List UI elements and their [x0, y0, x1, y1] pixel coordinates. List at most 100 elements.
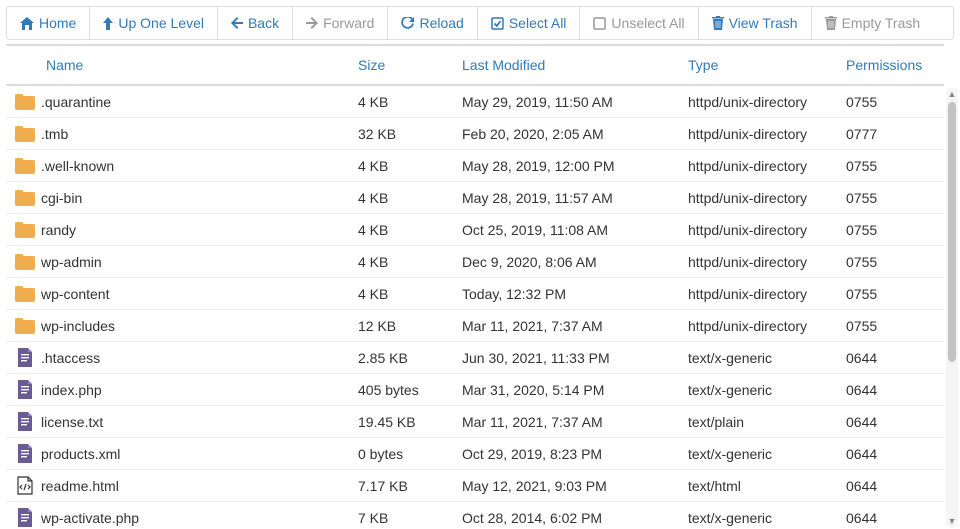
table-row[interactable]: license.txt19.45 KBMar 11, 2021, 7:37 AM… — [6, 406, 944, 438]
scroll-thumb[interactable] — [948, 102, 956, 362]
back-arrow-icon — [231, 17, 243, 29]
table-row[interactable]: randy4 KBOct 25, 2019, 11:08 AMhttpd/uni… — [6, 214, 944, 246]
cell-modified: Dec 9, 2020, 8:06 AM — [462, 254, 688, 270]
cell-type: httpd/unix-directory — [688, 318, 846, 334]
file-code-icon — [14, 477, 35, 495]
cell-size: 4 KB — [358, 94, 462, 110]
cell-size: 405 bytes — [358, 382, 462, 398]
folder-icon — [14, 253, 35, 271]
folder-icon — [14, 93, 35, 111]
table-row[interactable]: readme.html 7.17 KBMay 12, 2021, 9:03 PMt… — [6, 470, 944, 502]
forward-button[interactable]: Forward — [293, 7, 388, 39]
cell-type: httpd/unix-directory — [688, 158, 846, 174]
cell-size: 4 KB — [358, 222, 462, 238]
scroll-track[interactable]: ▲ ▼ — [946, 88, 958, 527]
cell-modified: Feb 20, 2020, 2:05 AM — [462, 126, 688, 142]
cell-size: 0 bytes — [358, 446, 462, 462]
cell-permissions: 0755 — [846, 158, 942, 174]
cell-permissions: 0755 — [846, 222, 942, 238]
cell-modified: May 28, 2019, 12:00 PM — [462, 158, 688, 174]
cell-size: 2.85 KB — [358, 350, 462, 366]
cell-name: license.txt — [10, 413, 358, 431]
view-trash-button[interactable]: View Trash — [699, 7, 812, 39]
cell-type: text/x-generic — [688, 446, 846, 462]
column-header-permissions[interactable]: Permissions — [846, 57, 942, 73]
cell-name: .quarantine — [10, 93, 358, 111]
cell-permissions: 0644 — [846, 350, 942, 366]
table-body: .quarantine4 KBMay 29, 2019, 11:50 AMhtt… — [6, 86, 944, 527]
folder-icon — [14, 221, 35, 239]
table-row[interactable]: wp-admin4 KBDec 9, 2020, 8:06 AMhttpd/un… — [6, 246, 944, 278]
column-header-size[interactable]: Size — [358, 57, 462, 73]
table-row[interactable]: .htaccess2.85 KBJun 30, 2021, 11:33 PMte… — [6, 342, 944, 374]
cell-type: httpd/unix-directory — [688, 254, 846, 270]
column-header-type[interactable]: Type — [688, 57, 846, 73]
home-icon — [20, 17, 34, 30]
table-row[interactable]: wp-content4 KBToday, 12:32 PMhttpd/unix-… — [6, 278, 944, 310]
table-row[interactable]: products.xml0 bytesOct 29, 2019, 8:23 PM… — [6, 438, 944, 470]
column-header-modified[interactable]: Last Modified — [462, 57, 688, 73]
table-row[interactable]: index.php405 bytesMar 31, 2020, 5:14 PMt… — [6, 374, 944, 406]
unselect-all-label: Unselect All — [611, 15, 684, 31]
file-name-label: readme.html — [41, 478, 119, 494]
file-text-icon — [14, 509, 35, 527]
cell-modified: Jun 30, 2021, 11:33 PM — [462, 350, 688, 366]
cell-modified: May 12, 2021, 9:03 PM — [462, 478, 688, 494]
empty-trash-label: Empty Trash — [842, 15, 921, 31]
cell-size: 7.17 KB — [358, 478, 462, 494]
file-name-label: .tmb — [41, 126, 68, 142]
cell-name: .htaccess — [10, 349, 358, 367]
cell-permissions: 0644 — [846, 510, 942, 526]
table-row[interactable]: wp-includes12 KBMar 11, 2021, 7:37 AMhtt… — [6, 310, 944, 342]
table-row[interactable]: .tmb 32 KBFeb 20, 2020, 2:05 AMhttpd/unix… — [6, 118, 944, 150]
toolbar: Home Up One Level Back Forward Reload Se… — [6, 6, 954, 40]
folder-icon — [14, 317, 35, 335]
empty-trash-button[interactable]: Empty Trash — [812, 7, 934, 39]
cell-name: index.php — [10, 381, 358, 399]
table-row[interactable]: .quarantine4 KBMay 29, 2019, 11:50 AMhtt… — [6, 86, 944, 118]
unselect-all-button[interactable]: Unselect All — [580, 7, 698, 39]
select-all-label: Select All — [509, 15, 567, 31]
home-button[interactable]: Home — [7, 7, 90, 39]
cell-size: 7 KB — [358, 510, 462, 526]
select-all-button[interactable]: Select All — [478, 7, 581, 39]
scroll-up-arrow-icon[interactable]: ▲ — [946, 88, 958, 100]
file-name-label: cgi-bin — [41, 190, 82, 206]
reload-icon — [401, 17, 414, 30]
up-one-level-button[interactable]: Up One Level — [90, 7, 218, 39]
file-name-label: wp-includes — [41, 318, 115, 334]
empty-trash-icon — [825, 16, 837, 30]
table-header: Name Size Last Modified Type Permissions — [6, 44, 944, 86]
reload-button[interactable]: Reload — [388, 7, 477, 39]
cell-modified: May 28, 2019, 11:57 AM — [462, 190, 688, 206]
cell-size: 32 KB — [358, 126, 462, 142]
file-name-label: wp-content — [41, 286, 109, 302]
file-name-label: products.xml — [41, 446, 120, 462]
cell-name: readme.html — [10, 477, 358, 495]
back-button[interactable]: Back — [218, 7, 293, 39]
vertical-scrollbar[interactable]: ▲ ▼ — [946, 88, 958, 527]
cell-type: httpd/unix-directory — [688, 126, 846, 142]
cell-name: .tmb — [10, 125, 358, 143]
cell-name: wp-content — [10, 285, 358, 303]
folder-icon — [14, 125, 35, 143]
cell-size: 4 KB — [358, 254, 462, 270]
file-text-icon — [14, 413, 35, 431]
column-header-name[interactable]: Name — [10, 57, 358, 73]
table-row[interactable]: cgi-bin4 KBMay 28, 2019, 11:57 AMhttpd/u… — [6, 182, 944, 214]
cell-size: 12 KB — [358, 318, 462, 334]
cell-size: 4 KB — [358, 158, 462, 174]
cell-type: httpd/unix-directory — [688, 222, 846, 238]
cell-name: .well-known — [10, 157, 358, 175]
cell-permissions: 0777 — [846, 126, 942, 142]
scroll-down-arrow-icon[interactable]: ▼ — [946, 515, 958, 527]
unselect-all-icon — [593, 17, 606, 30]
file-table: Name Size Last Modified Type Permissions… — [6, 44, 944, 527]
table-row[interactable]: .well-known4 KBMay 28, 2019, 12:00 PMhtt… — [6, 150, 944, 182]
cell-name: wp-activate.php — [10, 509, 358, 527]
cell-type: text/html — [688, 478, 846, 494]
folder-icon — [14, 285, 35, 303]
table-row[interactable]: wp-activate.php7 KBOct 28, 2014, 6:02 PM… — [6, 502, 944, 527]
forward-arrow-icon — [306, 17, 318, 29]
file-text-icon — [14, 349, 35, 367]
